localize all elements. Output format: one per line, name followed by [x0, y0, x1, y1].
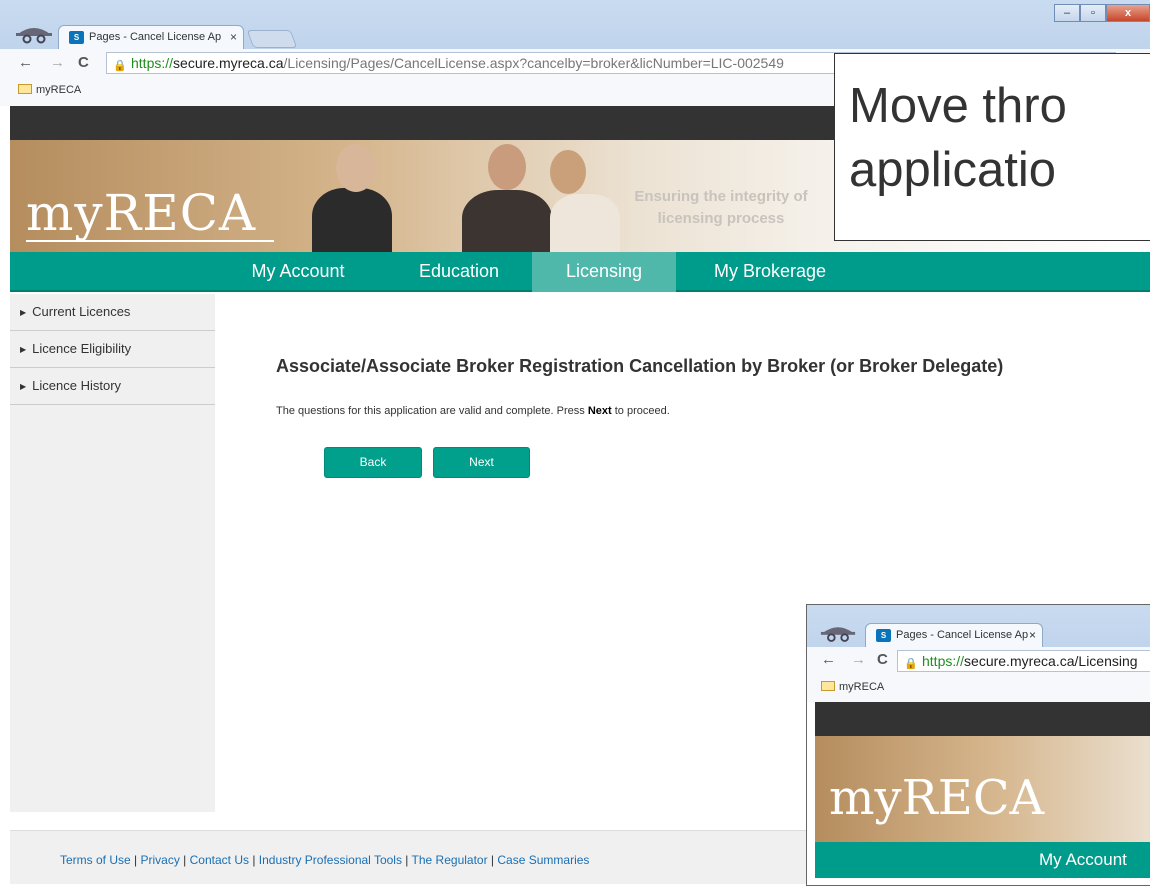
back-arrow-icon[interactable]: ← — [18, 54, 33, 71]
banner-photo-figure — [550, 194, 620, 252]
sidebar-item-current-licences[interactable]: ▶ Current Licences — [10, 294, 215, 331]
caret-right-icon: ▶ — [20, 345, 27, 354]
footer-link-contact[interactable]: Contact Us — [190, 853, 249, 867]
logo-underline — [26, 240, 274, 242]
tagline-line1: Ensuring the integrity of — [634, 188, 808, 205]
message-text-end: to proceed. — [611, 405, 670, 417]
browser-tab[interactable]: S Pages - Cancel License Ap × — [58, 25, 244, 49]
nav-my-account[interactable]: My Account — [230, 252, 366, 292]
inset-browser-tab: S Pages - Cancel License Ap × — [865, 623, 1043, 647]
main-content: Associate/Associate Broker Registration … — [276, 356, 1136, 478]
tab-close-icon: × — [1028, 628, 1036, 642]
inset-address-row: ← → C 🔒 https://secure.myreca.ca/Licensin… — [807, 647, 1150, 674]
callout-text: Move thro applicatio — [835, 74, 1150, 202]
inset-top-bar — [815, 702, 1150, 736]
reload-icon: C — [877, 651, 888, 668]
tab-strip: S Pages - Cancel License Ap × – ▫ x — [0, 0, 1150, 49]
inset-nav: My Account — [815, 842, 1150, 878]
sidebar-item-licence-history[interactable]: ▶ Licence History — [10, 368, 215, 405]
back-arrow-icon: ← — [821, 651, 836, 668]
nav-licensing[interactable]: Licensing — [532, 252, 676, 292]
inset-logo: myRECA — [829, 770, 1045, 826]
inset-nav-my-account: My Account — [1039, 850, 1127, 869]
url-path: /Licensing/Pages/CancelLicense.aspx?canc… — [283, 55, 784, 71]
caret-right-icon: ▶ — [20, 382, 27, 391]
instruction-callout: Move thro applicatio — [834, 53, 1150, 241]
folder-icon — [821, 681, 835, 691]
next-button[interactable]: Next — [433, 447, 530, 478]
sidebar-item-label: Licence History — [32, 378, 122, 393]
forward-arrow-icon: → — [851, 651, 866, 668]
bookmark-myreca[interactable]: myRECA — [36, 84, 81, 96]
close-window-icon[interactable]: x — [1106, 4, 1150, 22]
callout-line2: applicatio — [849, 143, 1057, 197]
footer-link-case-summaries[interactable]: Case Summaries — [497, 853, 589, 867]
incognito-icon — [16, 28, 52, 44]
new-tab-button[interactable] — [246, 30, 298, 48]
inset-url-rest: secure.myreca.ca/Licensing — [964, 653, 1138, 669]
sidebar-item-label: Current Licences — [32, 304, 131, 319]
main-nav: My Account Education Licensing My Broker… — [10, 252, 1150, 292]
reload-icon[interactable]: C — [78, 54, 89, 71]
banner-photo-head — [488, 144, 526, 190]
url-host: secure.myreca.ca — [173, 55, 284, 71]
window-controls: – ▫ x — [1054, 4, 1150, 22]
minimize-icon[interactable]: – — [1054, 4, 1080, 22]
sharepoint-favicon-icon: S — [876, 629, 891, 642]
lock-icon: 🔒 — [904, 658, 918, 670]
inset-tab-title: Pages - Cancel License Ap — [896, 629, 1029, 641]
incognito-icon — [820, 627, 856, 642]
caret-right-icon: ▶ — [20, 308, 27, 317]
footer-link-terms[interactable]: Terms of Use — [60, 853, 131, 867]
folder-icon — [18, 84, 32, 94]
banner-photo-figure — [462, 190, 552, 252]
tab-title: Pages - Cancel License Ap — [89, 31, 222, 43]
sidebar-item-licence-eligibility[interactable]: ▶ Licence Eligibility — [10, 331, 215, 368]
banner-photo-figure — [312, 188, 392, 252]
inset-url-scheme: https:// — [922, 653, 965, 669]
forward-arrow-icon[interactable]: → — [50, 54, 65, 71]
tab-close-icon[interactable]: × — [230, 26, 237, 48]
message-bold: Next — [587, 405, 612, 417]
footer-link-privacy[interactable]: Privacy — [140, 853, 179, 867]
sidebar-item-label: Licence Eligibility — [32, 341, 132, 356]
footer-link-regulator[interactable]: The Regulator — [412, 853, 488, 867]
message-text: The questions for this application are v… — [276, 405, 588, 417]
nav-education[interactable]: Education — [394, 252, 524, 292]
inset-bookmarks-bar: myRECA — [807, 674, 1150, 702]
inset-screenshot: S Pages - Cancel License Ap × ← → C 🔒 htt… — [806, 604, 1150, 886]
site-tagline: Ensuring the integrity of licensing proc… — [616, 186, 826, 230]
lock-icon: 🔒 — [113, 60, 127, 72]
banner-photo-head — [336, 144, 376, 192]
site-logo[interactable]: myRECA — [26, 184, 256, 242]
callout-line1: Move thro — [849, 79, 1067, 133]
banner-photo-head — [550, 150, 586, 194]
nav-my-brokerage[interactable]: My Brokerage — [694, 252, 846, 292]
inset-url-field: 🔒 https://secure.myreca.ca/Licensing — [897, 650, 1150, 672]
back-button[interactable]: Back — [324, 447, 422, 478]
sidebar: ▶ Current Licences ▶ Licence Eligibility ▶… — [10, 294, 215, 812]
status-message: The questions for this application are v… — [276, 405, 1136, 417]
url-scheme: https:// — [131, 55, 174, 71]
inset-bookmark: myRECA — [839, 681, 885, 693]
tagline-line2: licensing process — [657, 210, 785, 227]
inset-banner: myRECA — [815, 736, 1150, 842]
page-title: Associate/Associate Broker Registration … — [276, 356, 1004, 376]
footer-links: Terms of Use | Privacy | Contact Us | In… — [60, 853, 590, 867]
footer-link-industry-tools[interactable]: Industry Professional Tools — [259, 853, 402, 867]
maximize-icon[interactable]: ▫ — [1080, 4, 1106, 22]
sharepoint-favicon-icon: S — [69, 31, 84, 44]
